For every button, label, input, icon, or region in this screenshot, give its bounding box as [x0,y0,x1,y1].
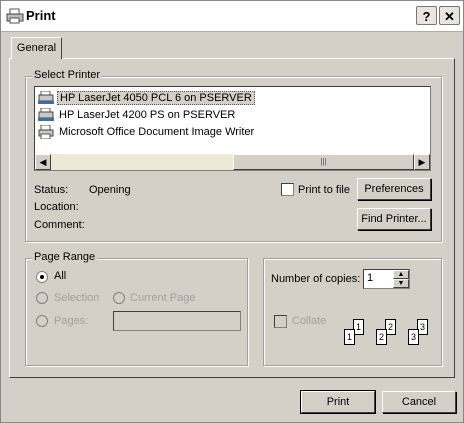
print-to-file-label: Print to file [298,184,350,196]
printer-list-item-label: Microsoft Office Document Image Writer [59,126,255,138]
current-page-label: Current Page [130,292,196,304]
scroll-right-icon[interactable]: ▶ [414,154,430,170]
pages-label: Pages: [54,315,89,327]
collate-checkbox[interactable] [274,315,287,328]
collate-page-front: 2 [376,329,387,345]
printer-list-item-label: HP LaserJet 4050 PCL 6 on PSERVER [57,91,255,105]
selection-label: Selection [54,292,100,304]
copies-value: 1 [367,272,374,284]
print-dialog: Print ? ✕ General Select Printer HP Lase… [0,0,464,423]
collate-label: Collate [292,315,327,327]
page-range-group-label: Page Range [32,251,98,263]
spin-up-icon[interactable]: ▲ [393,270,409,279]
tab-general[interactable]: General [11,37,62,59]
status-label: Status: [34,184,69,196]
printer-list[interactable]: HP LaserJet 4050 PCL 6 on PSERVER HP Las… [34,86,431,171]
collate-page-front: 3 [408,329,419,345]
current-page-radio[interactable] [113,292,125,304]
print-to-file-checkbox[interactable] [281,183,294,196]
scroll-thumb[interactable]: ||| [233,154,414,170]
collate-page-front: 1 [344,329,355,345]
all-radio[interactable] [36,271,48,283]
spin-down-icon[interactable]: ▼ [393,279,409,288]
radio-selected-dot [40,275,44,279]
all-label: All [54,270,67,282]
title-bar: Print ? ✕ [1,1,463,32]
select-printer-group-label: Select Printer [32,69,103,81]
preferences-button[interactable]: Preferences [357,178,431,200]
print-button[interactable]: Print [300,390,376,414]
comment-label: Comment: [34,219,85,231]
network-printer-icon [38,108,54,121]
location-label: Location: [34,201,79,213]
printer-icon [38,125,54,139]
printer-list-item[interactable]: Microsoft Office Document Image Writer [38,124,256,140]
horizontal-scrollbar[interactable]: ◀ ||| ▶ [35,154,430,170]
printer-list-item[interactable]: HP LaserJet 4050 PCL 6 on PSERVER [38,90,255,106]
selection-radio[interactable] [36,292,48,304]
printer-icon [6,8,24,24]
pages-input[interactable] [113,311,241,331]
scroll-left-icon[interactable]: ◀ [35,154,51,170]
close-button[interactable]: ✕ [439,6,460,25]
find-printer-button[interactable]: Find Printer... [357,208,431,230]
window-title: Print [26,8,56,23]
help-button[interactable]: ? [416,6,437,25]
number-of-copies-label: Number of copies: [271,273,361,285]
network-printer-icon [38,91,54,104]
printer-list-item-label: HP LaserJet 4200 PS on PSERVER [59,109,236,121]
cancel-button[interactable]: Cancel [382,391,456,413]
status-value: Opening [89,184,131,196]
printer-list-item[interactable]: HP LaserJet 4200 PS on PSERVER [38,107,237,123]
pages-radio[interactable] [36,315,48,327]
